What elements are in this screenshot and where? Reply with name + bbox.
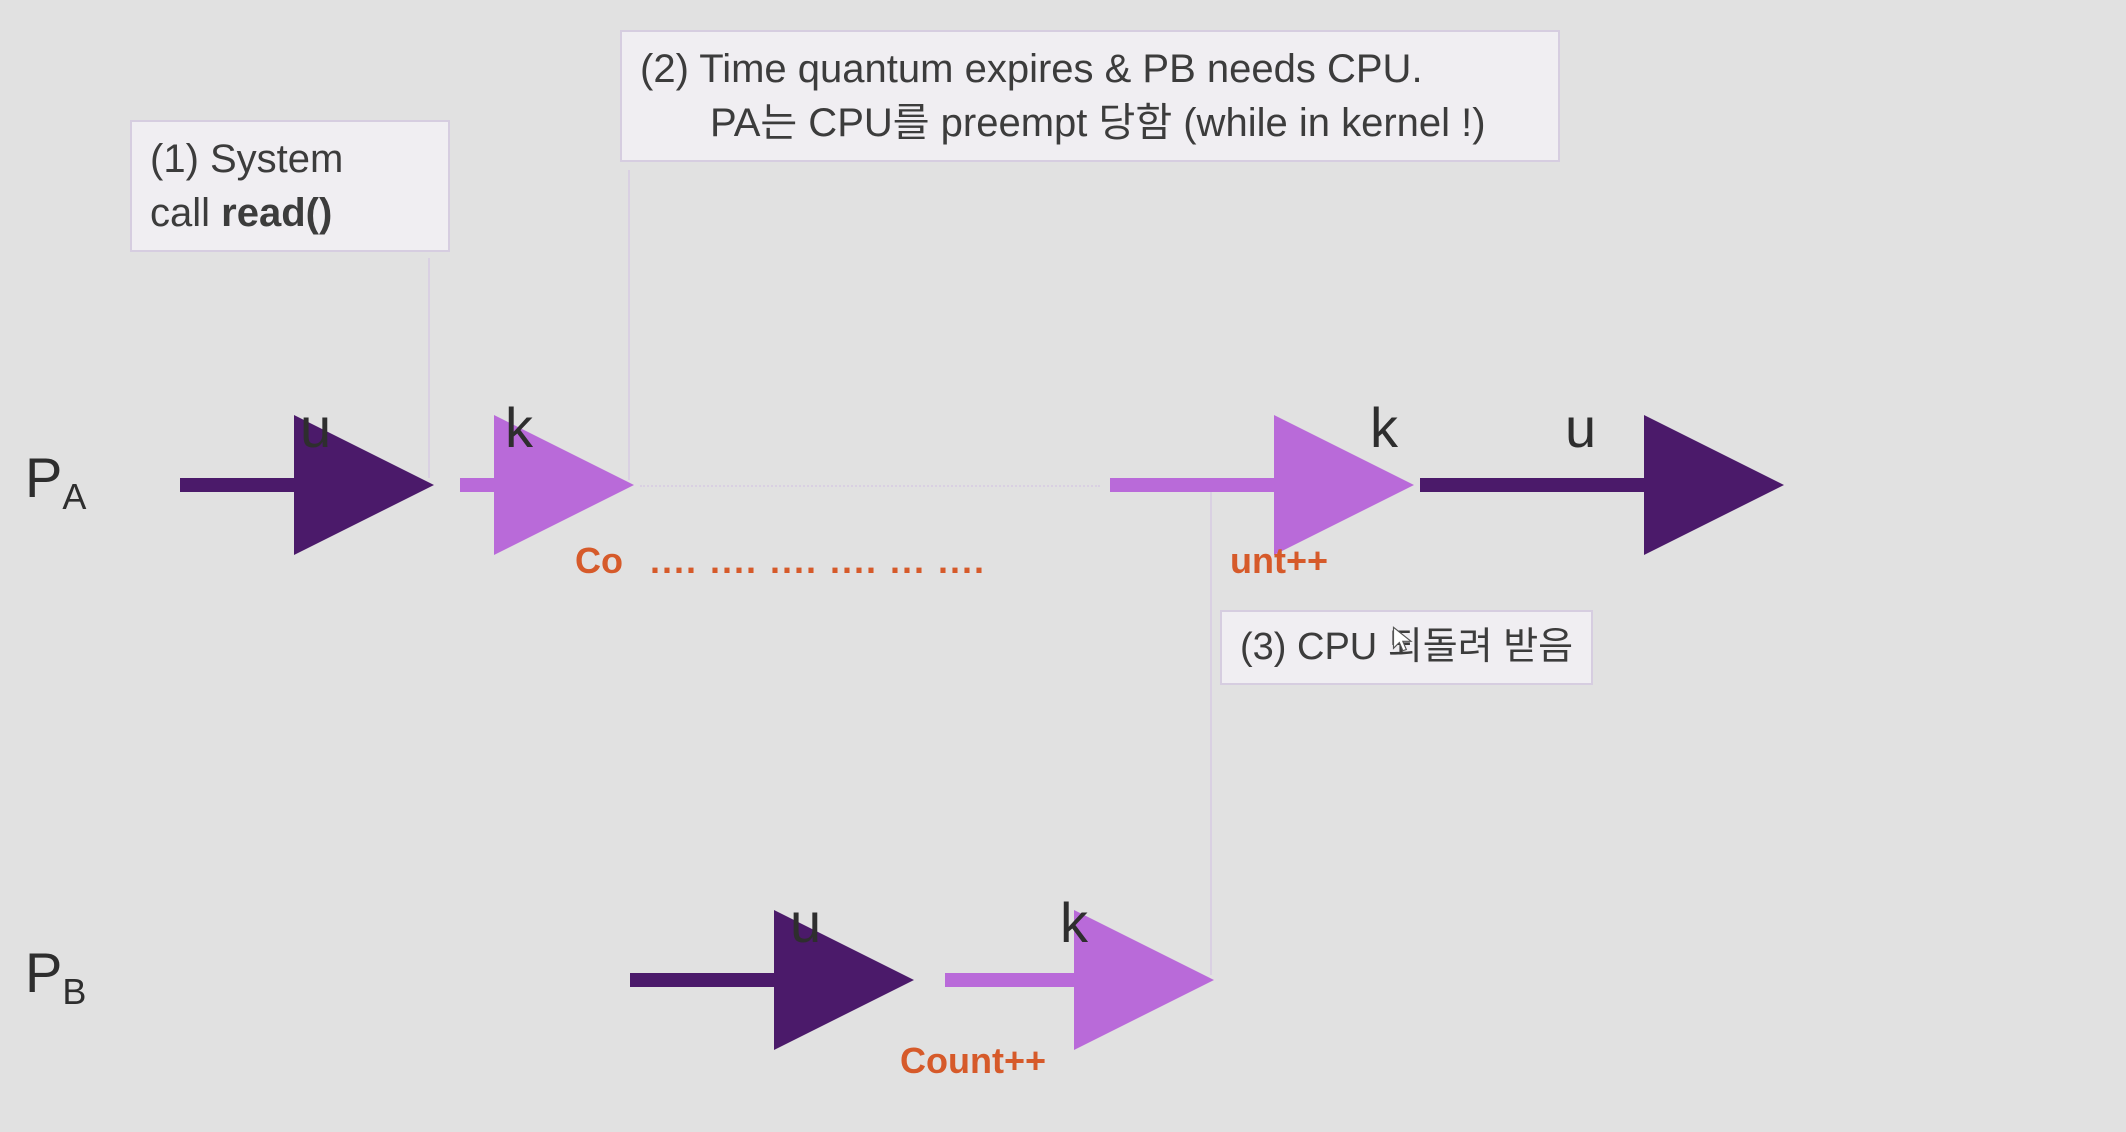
box2-line1: (2) Time quantum expires & PB needs CPU. <box>640 42 1540 96</box>
process-a-sub: A <box>62 476 86 517</box>
label-pb-u: u <box>790 890 821 955</box>
label-pb-k: k <box>1060 890 1088 955</box>
process-b-label: PB <box>25 940 86 1013</box>
process-a-label: PA <box>25 445 86 518</box>
box2-line2: PA는 CPU를 preempt 당함 (while in kernel !) <box>640 96 1540 150</box>
label-pa-k1: k <box>505 395 533 460</box>
diagram-stage: (1) System call read() (2) Time quantum … <box>0 0 2126 1132</box>
dotted-line-pa-gap <box>640 485 1100 487</box>
arrow-pb-u <box>630 960 920 1000</box>
guide-line-3 <box>1210 485 1212 975</box>
guide-line-2 <box>628 170 630 480</box>
count-left: Co <box>575 540 623 582</box>
label-pa-k2: k <box>1370 395 1398 460</box>
box1-line1: (1) System <box>150 137 343 181</box>
count-dots: .... .... .... .... ... .... <box>650 540 986 582</box>
arrow-pa-k2 <box>1110 465 1420 505</box>
process-a-p: P <box>25 446 62 509</box>
process-b-p: P <box>25 941 62 1004</box>
count-full: Count++ <box>900 1040 1046 1082</box>
arrow-pb-k <box>945 960 1220 1000</box>
annotation-box-1: (1) System call read() <box>130 120 450 252</box>
count-right: unt++ <box>1230 540 1328 582</box>
annotation-box-2: (2) Time quantum expires & PB needs CPU.… <box>620 30 1560 162</box>
cursor-icon <box>1390 625 1418 653</box>
label-pa-u2: u <box>1565 395 1596 460</box>
process-b-sub: B <box>62 971 86 1012</box>
guide-line-1 <box>428 258 430 478</box>
box1-line2b: read() <box>221 191 332 235</box>
label-pa-u1: u <box>300 395 331 460</box>
arrow-pa-u1 <box>180 465 440 505</box>
arrow-pa-k1 <box>460 465 640 505</box>
box1-line2a: call <box>150 191 221 235</box>
arrow-pa-u2 <box>1420 465 1790 505</box>
